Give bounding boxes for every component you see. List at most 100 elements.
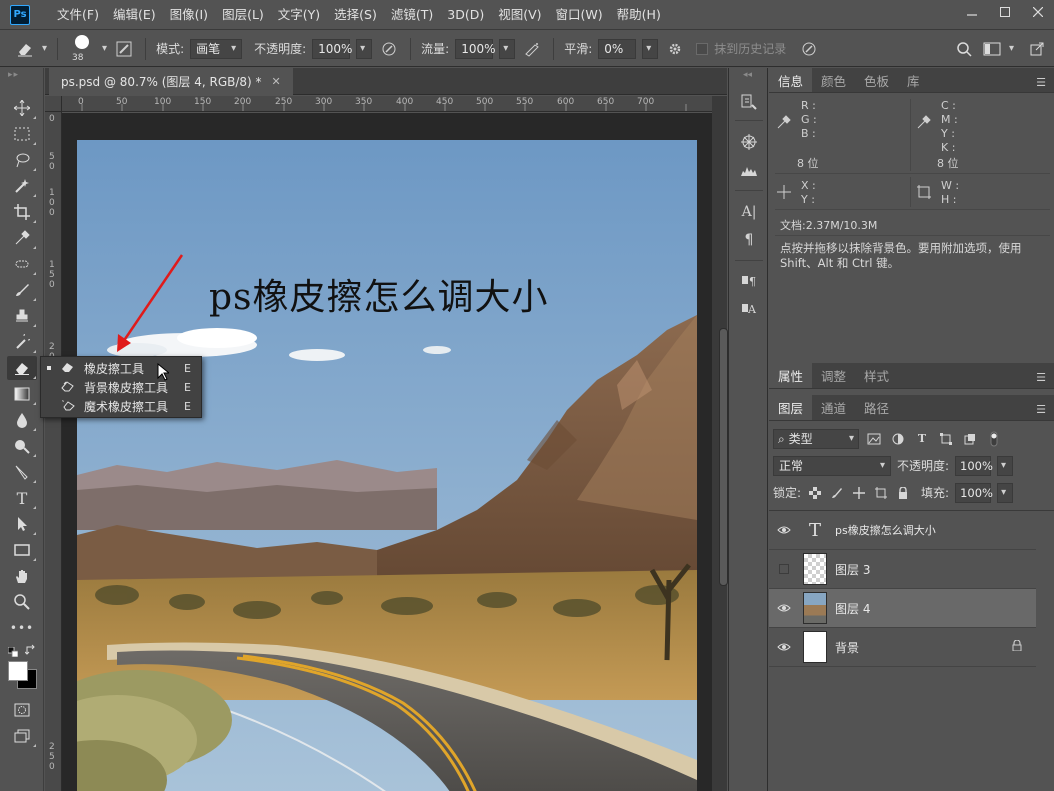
layer-filter-select[interactable]: ⌕ 类型 ▾ (773, 428, 859, 449)
filter-pixel-icon[interactable] (865, 430, 883, 448)
vertical-scrollbar[interactable] (712, 96, 728, 791)
layer-opacity-input[interactable]: 100% (955, 455, 993, 476)
menu-file[interactable]: 文件(F) (50, 0, 106, 30)
rectangle-tool[interactable] (7, 538, 37, 562)
lock-position-icon[interactable] (851, 485, 867, 501)
lock-artboard-icon[interactable] (873, 485, 889, 501)
menu-3d[interactable]: 3D(D) (440, 0, 491, 30)
tab-color[interactable]: 颜色 (812, 68, 855, 92)
layer-fill-input[interactable]: 100% (955, 482, 993, 503)
character-panel-icon[interactable]: A| (737, 200, 761, 224)
flyout-item-background-eraser[interactable]: 背景橡皮擦工具 E (41, 378, 201, 397)
layer-row-background[interactable]: 背景 (769, 628, 1036, 667)
menu-type[interactable]: 文字(Y) (271, 0, 327, 30)
filter-smart-object-icon[interactable] (961, 430, 979, 448)
visibility-eye-icon[interactable] (769, 603, 799, 613)
toolbar-grip[interactable]: ▸▸ (8, 70, 19, 80)
lock-transparent-icon[interactable] (807, 485, 823, 501)
pressure-size-icon[interactable] (798, 38, 820, 60)
pen-tool[interactable] (7, 460, 37, 484)
blur-tool[interactable] (7, 408, 37, 432)
lock-all-icon[interactable] (895, 485, 911, 501)
menu-help[interactable]: 帮助(H) (610, 0, 668, 30)
flow-input[interactable]: 100% (455, 38, 496, 59)
menu-image[interactable]: 图像(I) (163, 0, 215, 30)
gradient-tool[interactable] (7, 382, 37, 406)
zoom-tool[interactable] (7, 590, 37, 614)
menu-edit[interactable]: 编辑(E) (106, 0, 163, 30)
brush-size-picker[interactable]: 38 (68, 34, 96, 64)
scrollbar-thumb[interactable] (719, 328, 728, 586)
dodge-tool[interactable] (7, 434, 37, 458)
healing-brush-tool[interactable] (7, 252, 37, 276)
maximize-button[interactable] (988, 0, 1021, 24)
blend-mode-select[interactable]: 正常 ▾ (773, 455, 891, 476)
airbrush-icon[interactable] (521, 38, 543, 60)
pressure-opacity-icon[interactable] (378, 38, 400, 60)
smooth-input[interactable]: 0% (598, 38, 637, 59)
marquee-tool[interactable] (7, 122, 37, 146)
history-panel-icon[interactable] (737, 90, 761, 114)
erase-history-checkbox[interactable] (696, 42, 709, 55)
filter-shape-icon[interactable] (937, 430, 955, 448)
vertical-ruler[interactable]: 0 5 0 1 0 0 1 5 0 2 0 0 2 5 0 (45, 112, 62, 791)
smoothing-gear-icon[interactable] (664, 38, 686, 60)
properties-menu-icon[interactable]: ☰ (1036, 371, 1046, 384)
preset-chevron-icon[interactable]: ▾ (42, 43, 47, 54)
workspace-chevron-icon[interactable]: ▾ (1009, 43, 1014, 54)
quick-selection-tool[interactable] (7, 174, 37, 198)
opacity-input[interactable]: 100% (312, 38, 352, 59)
paragraph-panel-icon[interactable]: ¶ (737, 228, 761, 252)
move-tool[interactable] (7, 96, 37, 120)
filter-type-icon[interactable]: T (913, 430, 931, 448)
opacity-dropdown[interactable]: ▾ (356, 38, 373, 59)
paragraph-styles-icon[interactable]: ¶ (737, 268, 761, 292)
search-icon[interactable] (953, 38, 975, 60)
menu-select[interactable]: 选择(S) (327, 0, 384, 30)
more-tools-icon[interactable]: ••• (7, 616, 37, 640)
smooth-dropdown[interactable]: ▾ (642, 38, 659, 59)
swap-colors-icon[interactable] (24, 644, 37, 656)
clone-stamp-tool[interactable] (7, 304, 37, 328)
brush-chevron-icon[interactable]: ▾ (102, 43, 107, 54)
histogram-icon[interactable] (737, 158, 761, 182)
menu-view[interactable]: 视图(V) (491, 0, 548, 30)
tab-libraries[interactable]: 库 (898, 68, 929, 92)
screen-mode-icon[interactable] (7, 724, 37, 748)
tab-layers[interactable]: 图层 (769, 395, 813, 420)
lasso-tool[interactable] (7, 148, 37, 172)
flyout-item-magic-eraser[interactable]: 魔术橡皮擦工具 E (41, 397, 201, 416)
tab-adjustments[interactable]: 调整 (812, 363, 855, 388)
layer-lock-icon[interactable] (1012, 639, 1022, 654)
history-brush-tool[interactable] (7, 330, 37, 354)
layer-row-4[interactable]: 图层 4 (769, 589, 1036, 628)
close-tab-icon[interactable]: ✕ (272, 75, 281, 88)
ruler-origin[interactable] (45, 96, 62, 112)
eyedropper-tool[interactable] (7, 226, 37, 250)
close-button[interactable] (1021, 0, 1054, 24)
eraser-tool[interactable] (7, 356, 37, 380)
tab-styles[interactable]: 样式 (855, 363, 898, 388)
canvas-area[interactable]: ps橡皮擦怎么调大小 (62, 113, 712, 791)
document-tab[interactable]: ps.psd @ 80.7% (图层 4, RGB/8) * ✕ (49, 68, 293, 95)
tab-swatches[interactable]: 色板 (855, 68, 898, 92)
layer-opacity-dropdown[interactable]: ▾ (997, 455, 1014, 476)
menu-window[interactable]: 窗口(W) (549, 0, 610, 30)
brush-tool[interactable] (7, 278, 37, 302)
quick-mask-icon[interactable] (7, 698, 37, 722)
flow-dropdown[interactable]: ▾ (499, 38, 516, 59)
hand-tool[interactable] (7, 564, 37, 588)
brush-settings-icon[interactable] (113, 38, 135, 60)
visibility-eye-icon[interactable] (769, 642, 799, 652)
crop-tool[interactable] (7, 200, 37, 224)
tab-channels[interactable]: 通道 (812, 395, 855, 420)
workspace-icon[interactable] (981, 38, 1003, 60)
layer-row-3[interactable]: 图层 3 (769, 550, 1036, 589)
lock-pixels-icon[interactable] (829, 485, 845, 501)
type-tool[interactable]: T (7, 486, 37, 510)
horizontal-ruler[interactable]: 0 50 100 150 200 250 300 350 400 450 500… (62, 96, 712, 112)
panel-menu-icon[interactable]: ☰ (1036, 76, 1046, 89)
flyout-item-eraser[interactable]: 橡皮擦工具 E (41, 359, 201, 378)
path-selection-tool[interactable] (7, 512, 37, 536)
eraser-preset-icon[interactable] (14, 38, 36, 60)
